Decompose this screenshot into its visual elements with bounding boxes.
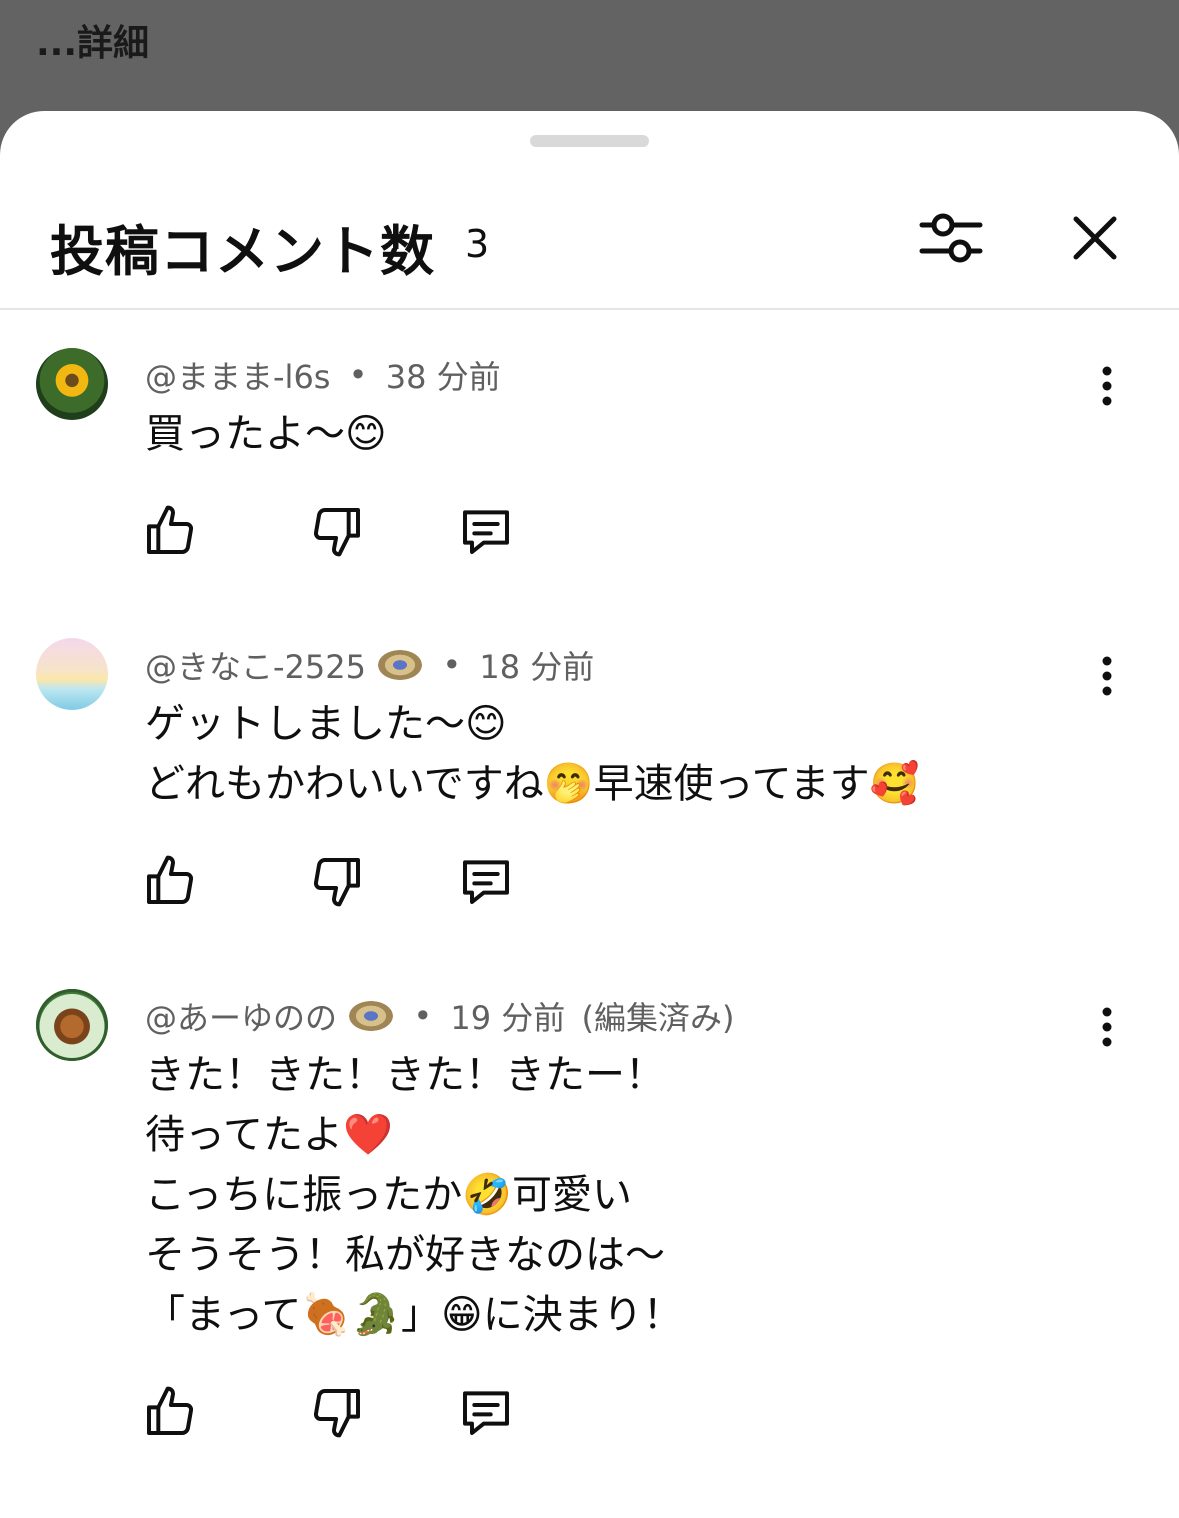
thumbs-up-icon — [147, 505, 193, 554]
comment-icon — [463, 1391, 509, 1435]
more-button[interactable] — [1090, 656, 1124, 696]
avatar[interactable] — [36, 989, 108, 1061]
details-link[interactable]: ...詳細 — [36, 14, 149, 66]
comment-count: 3 — [465, 222, 490, 266]
comment-meta: @きなこ-2525 • 18 分前 — [145, 642, 594, 688]
close-icon — [1073, 216, 1117, 260]
comment-line: どれもかわいいですね🤭早速使ってます🥰 — [145, 761, 920, 807]
comment-line: 買ったよ〜😊 — [145, 411, 387, 457]
like-button[interactable] — [142, 1384, 198, 1440]
comments-sheet: 投稿コメント数 3 @ままま-l6s • 38 分前 買ったよ〜😊 @きなこ-2… — [0, 111, 1179, 1518]
more-button[interactable] — [1090, 1007, 1124, 1047]
dislike-button[interactable] — [309, 503, 365, 559]
thumbs-down-icon — [314, 508, 360, 557]
more-vertical-icon — [1102, 366, 1112, 406]
thumbs-up-icon — [147, 855, 193, 904]
comment-meta: @あーゆのの • 19 分前 (編集済み) — [145, 993, 734, 1039]
avatar[interactable] — [36, 638, 108, 710]
comment-author[interactable]: @きなこ-2525 — [145, 648, 366, 686]
more-vertical-icon — [1102, 656, 1112, 696]
comment-author[interactable]: @あーゆのの — [145, 999, 337, 1037]
more-button[interactable] — [1090, 366, 1124, 406]
comment-text: ゲットしました〜😊 どれもかわいいですね🤭早速使ってます🥰 — [145, 694, 919, 814]
member-badge-icon — [349, 1001, 394, 1031]
like-button[interactable] — [142, 853, 198, 909]
comment-line: ゲットしました〜😊 — [145, 701, 507, 747]
comment-time: 18 分前 — [479, 648, 595, 686]
reply-button[interactable] — [458, 853, 514, 909]
reply-button[interactable] — [458, 1384, 514, 1440]
member-badge-icon — [378, 650, 423, 680]
header-divider — [0, 308, 1179, 310]
like-button[interactable] — [142, 503, 198, 559]
comments-header: 投稿コメント数 3 — [0, 171, 1179, 309]
edited-label: (編集済み) — [581, 999, 735, 1037]
comment-author[interactable]: @ままま-l6s — [145, 358, 330, 396]
dislike-button[interactable] — [309, 853, 365, 909]
comment-text: 買ったよ〜😊 — [145, 404, 387, 464]
comments-title: 投稿コメント数 — [50, 220, 435, 283]
thumbs-down-icon — [314, 1389, 360, 1438]
comment-time: 19 分前 — [450, 999, 566, 1037]
avatar[interactable] — [36, 348, 108, 420]
comment-time: 38 分前 — [385, 358, 501, 396]
comment-icon — [463, 860, 509, 904]
thumbs-up-icon — [147, 1386, 193, 1435]
video-description-strip: ...詳細 — [0, 0, 1179, 120]
filter-button[interactable] — [912, 205, 990, 271]
comment-text: きた！きた！きた！きたー！ 待ってたよ❤️ こっちに振ったか🤣可愛い そうそう！… — [145, 1045, 683, 1345]
thumbs-down-icon — [314, 858, 360, 907]
close-button[interactable] — [1062, 205, 1128, 271]
dislike-button[interactable] — [309, 1384, 365, 1440]
comment-icon — [463, 510, 509, 554]
reply-button[interactable] — [458, 503, 514, 559]
comment-line: 待ってたよ❤️ — [145, 1112, 393, 1158]
sliders-icon — [919, 213, 983, 263]
drag-handle[interactable] — [530, 135, 649, 147]
meta-separator: • — [413, 997, 433, 1035]
comment-meta: @ままま-l6s • 38 分前 — [145, 352, 501, 398]
comment-line: 「まって🍖🐊」😁に決まり！ — [145, 1292, 683, 1338]
comment-line: そうそう！私が好きなのは〜 — [145, 1232, 665, 1278]
meta-separator: • — [348, 356, 368, 394]
more-vertical-icon — [1102, 1007, 1112, 1047]
comment-line: こっちに振ったか🤣可愛い — [145, 1172, 633, 1218]
meta-separator: • — [442, 646, 462, 684]
comment-line: きた！きた！きた！きたー！ — [145, 1052, 665, 1098]
